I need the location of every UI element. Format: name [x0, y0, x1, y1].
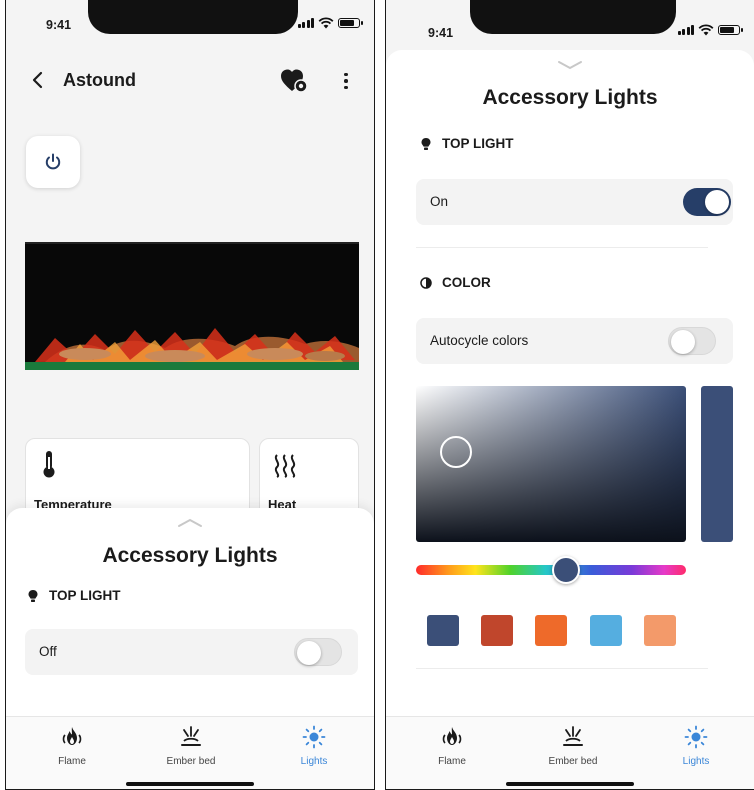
more-options-button[interactable] — [341, 70, 351, 92]
signal-icon — [297, 18, 314, 28]
camera-notch — [88, 0, 298, 34]
top-light-row[interactable]: On — [416, 179, 733, 225]
thermometer-icon — [43, 451, 55, 478]
tab-flame-label: Flame — [58, 756, 86, 767]
contrast-icon — [420, 276, 432, 289]
power-button[interactable] — [26, 136, 80, 188]
ember-bed-icon — [181, 726, 201, 746]
sheet-handle-icon[interactable] — [177, 518, 203, 528]
hue-slider-thumb[interactable] — [552, 556, 580, 584]
sun-icon — [302, 725, 326, 749]
home-indicator — [126, 782, 254, 786]
sun-icon — [684, 725, 708, 749]
tab-ember-bed-label: Ember bed — [166, 756, 216, 767]
tab-lights-label: Lights — [300, 756, 328, 767]
section-divider — [416, 247, 708, 248]
heart-settings-icon — [281, 69, 308, 93]
color-header: COLOR — [420, 275, 491, 290]
color-swatch[interactable] — [481, 615, 513, 646]
top-light-toggle[interactable] — [294, 638, 342, 666]
sheet-handle-icon[interactable] — [557, 60, 583, 70]
top-light-toggle[interactable] — [683, 188, 731, 216]
power-icon — [45, 153, 61, 170]
tab-flame[interactable]: Flame — [412, 725, 492, 767]
top-light-row[interactable]: Off — [25, 629, 358, 675]
color-label: COLOR — [442, 275, 491, 290]
top-light-label: TOP LIGHT — [49, 588, 121, 603]
heat-waves-icon — [274, 454, 296, 478]
sheet-title: Accessory Lights — [102, 544, 278, 567]
ember-bed-icon — [563, 726, 583, 746]
tab-ember-bed-label: Ember bed — [548, 756, 598, 767]
camera-notch — [470, 0, 676, 34]
color-swatch[interactable] — [590, 615, 622, 646]
tab-ember-bed[interactable]: Ember bed — [151, 725, 231, 767]
tab-bar: Flame Ember bed Lights — [6, 716, 374, 789]
bulb-icon — [28, 589, 38, 602]
top-light-label: TOP LIGHT — [442, 136, 514, 151]
battery-icon — [718, 25, 743, 35]
tab-lights[interactable]: Lights — [274, 725, 354, 767]
tab-lights-label: Lights — [682, 756, 710, 767]
accessory-lights-sheet: Accessory Lights TOP LIGHT Off — [6, 508, 374, 718]
tab-ember-bed[interactable]: Ember bed — [533, 725, 613, 767]
bulb-icon — [421, 137, 431, 150]
tab-lights[interactable]: Lights — [656, 725, 736, 767]
top-light-state: Off — [39, 644, 57, 659]
wifi-icon — [318, 17, 334, 29]
temperature-tile[interactable]: Temperature — [25, 438, 250, 518]
status-time: 9:41 — [428, 26, 454, 40]
status-time: 9:41 — [46, 18, 72, 32]
favorite-button[interactable] — [280, 68, 308, 94]
selected-color-preview — [701, 386, 733, 542]
flame-icon — [62, 727, 82, 745]
autocycle-label: Autocycle colors — [430, 333, 529, 348]
lights-screen: 9:41 Accessory Lights TOP LIGHT On COLOR… — [385, 0, 754, 790]
top-light-header: TOP LIGHT — [27, 588, 121, 603]
color-swatch[interactable] — [427, 615, 459, 646]
status-icons — [297, 17, 363, 29]
color-picker-area[interactable] — [416, 386, 686, 542]
app-bar: Astound — [6, 60, 374, 100]
color-swatch[interactable] — [644, 615, 676, 646]
top-light-header: TOP LIGHT — [420, 136, 514, 151]
back-button[interactable] — [28, 70, 46, 90]
wifi-icon — [698, 24, 714, 36]
device-screen: 9:41 Astound Temperature Heat Accessory … — [5, 0, 375, 790]
fireplace-image — [25, 242, 359, 370]
heat-tile[interactable]: Heat — [259, 438, 359, 518]
autocycle-row[interactable]: Autocycle colors — [416, 318, 733, 364]
signal-icon — [677, 25, 694, 35]
flame-icon — [442, 727, 462, 745]
home-indicator — [506, 782, 634, 786]
section-divider — [416, 668, 708, 669]
hue-slider[interactable] — [416, 556, 686, 584]
page-title: Astound — [63, 70, 136, 90]
chevron-left-icon — [32, 71, 43, 89]
tab-flame-label: Flame — [438, 756, 466, 767]
autocycle-toggle[interactable] — [668, 327, 716, 355]
battery-icon — [338, 18, 363, 28]
color-swatch[interactable] — [535, 615, 567, 646]
tab-bar: Flame Ember bed Lights — [386, 716, 754, 789]
tab-flame[interactable]: Flame — [32, 725, 112, 767]
top-light-state: On — [430, 194, 449, 209]
status-icons — [677, 24, 743, 36]
sheet-title: Accessory Lights — [482, 86, 658, 109]
color-picker-cursor[interactable] — [440, 436, 472, 468]
accessory-lights-sheet: Accessory Lights TOP LIGHT On COLOR Auto… — [386, 50, 754, 789]
